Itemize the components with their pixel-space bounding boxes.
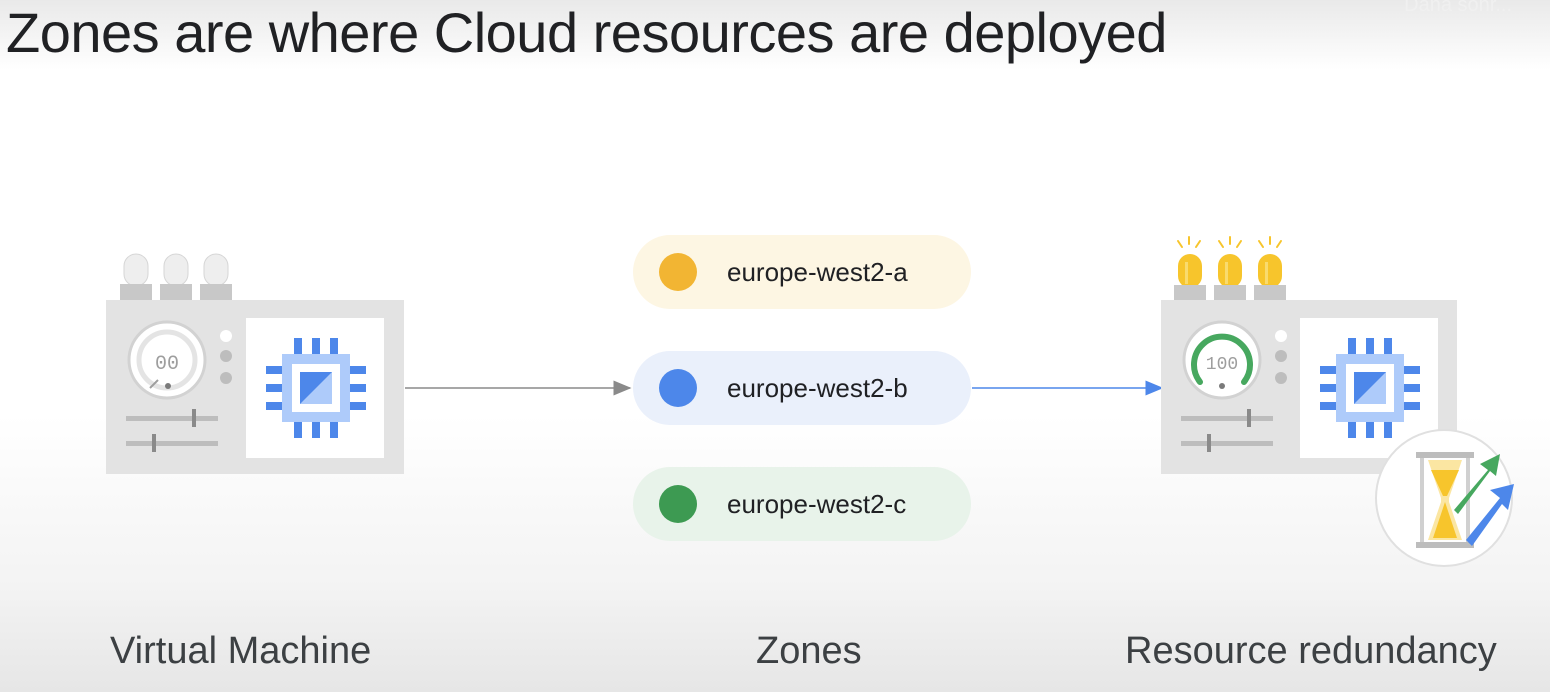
unlit-bulbs (120, 253, 232, 300)
zone-a-label: europe-west2-a (727, 256, 908, 287)
zones-caption: Zones (756, 630, 862, 672)
zone-b-label: europe-west2-b (727, 372, 908, 403)
zone-c-label: europe-west2-c (727, 488, 907, 519)
redundancy-dial-readout: 100 (1206, 355, 1238, 375)
lit-bulbs (1177, 236, 1282, 248)
zone-b-status-dot (659, 369, 697, 407)
redundancy-caption: Resource redundancy (1125, 630, 1497, 672)
redundancy-badge (1375, 429, 1514, 567)
vm-caption: Virtual Machine (110, 630, 372, 672)
virtual-machine-icon: 00 (106, 253, 404, 474)
zone-pill-europe-west2-c: europe-west2-c (633, 467, 971, 541)
zone-c-status-dot (659, 485, 697, 523)
diagram-canvas: 00 100 (106, 236, 1514, 567)
vm-dial-readout: 00 (155, 353, 179, 376)
zone-pill-europe-west2-b: europe-west2-b (633, 351, 971, 425)
zone-a-status-dot (659, 253, 697, 291)
zone-pill-europe-west2-a: europe-west2-a (633, 235, 971, 309)
